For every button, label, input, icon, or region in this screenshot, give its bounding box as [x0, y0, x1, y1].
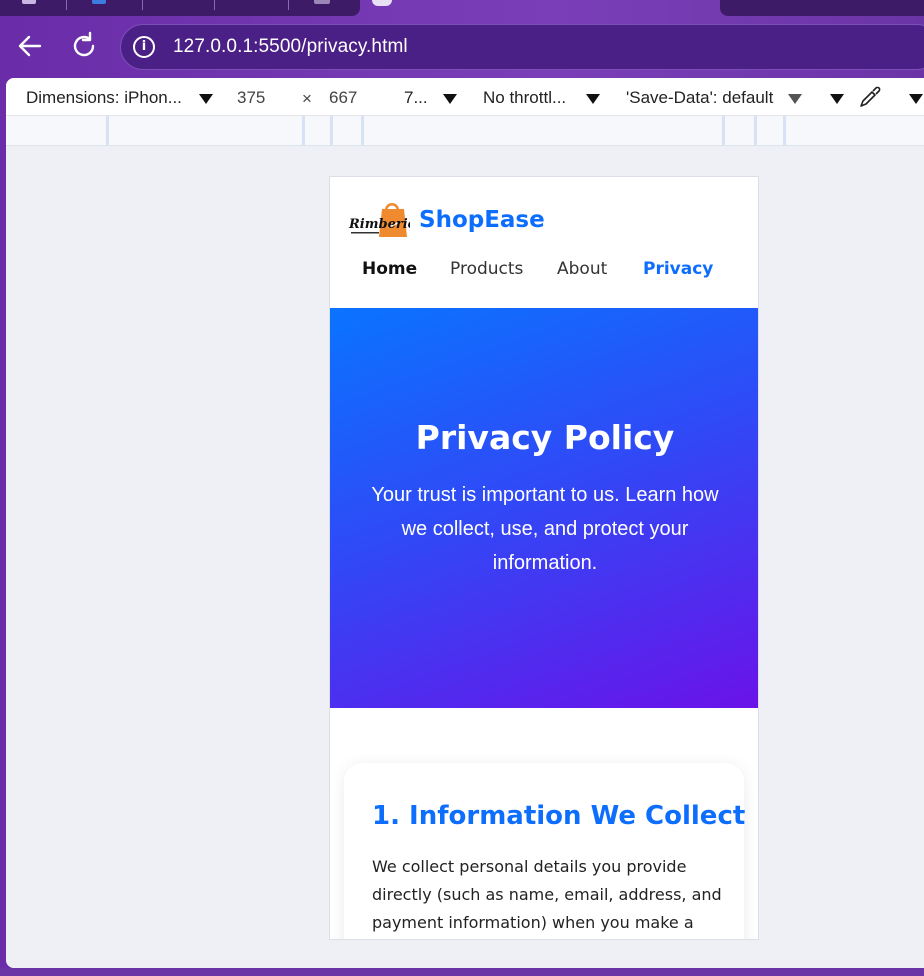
- dimensions-select[interactable]: Dimensions: iPhon...: [26, 88, 182, 108]
- section-paragraph: We collect personal details you provide …: [372, 857, 722, 932]
- save-data-select[interactable]: 'Save-Data': default: [626, 88, 773, 108]
- tab-divider: [214, 0, 215, 10]
- throttling-dropdown-icon[interactable]: [586, 94, 600, 104]
- hero-title: Privacy Policy: [415, 418, 675, 457]
- dimensions-dropdown-icon[interactable]: [199, 94, 213, 104]
- media-query-ruler: [6, 116, 924, 146]
- ruler-mark[interactable]: [106, 116, 109, 146]
- ruler-mark[interactable]: [783, 116, 786, 146]
- active-tab-favicon[interactable]: [372, 0, 392, 6]
- address-bar[interactable]: i 127.0.0.1:5500/privacy.html: [120, 24, 924, 70]
- reload-button[interactable]: [68, 30, 100, 62]
- hero-subtitle: Your trust is important to us. Learn how…: [371, 484, 719, 574]
- emulated-device-viewport[interactable]: Rimberio ShopEase Home Products About Pr…: [329, 176, 759, 940]
- tab-divider: [142, 0, 143, 10]
- ruler-mark[interactable]: [330, 116, 333, 146]
- ruler-mark[interactable]: [722, 116, 725, 146]
- device-toolbar: Dimensions: iPhon... 375 × 667 7... No t…: [6, 78, 924, 116]
- eyedropper-icon[interactable]: [857, 84, 883, 110]
- browser-content: Dimensions: iPhon... 375 × 667 7... No t…: [6, 78, 924, 968]
- times-icon: ×: [302, 89, 312, 108]
- logo-text: Rimberio: [348, 217, 410, 232]
- nav-link-products[interactable]: Products: [450, 259, 523, 279]
- tab-divider: [66, 0, 67, 10]
- overflow-dropdown-icon[interactable]: [909, 94, 923, 104]
- reload-icon: [73, 31, 95, 57]
- nav-link-privacy[interactable]: Privacy: [643, 259, 713, 279]
- tab-strip: [0, 0, 924, 22]
- height-input[interactable]: 667: [329, 88, 357, 108]
- nav-link-about[interactable]: About: [557, 259, 607, 279]
- hero-section: Privacy Policy Your trust is important t…: [330, 308, 758, 708]
- tab-favicon: [314, 0, 330, 4]
- zoom-select[interactable]: 7...: [404, 88, 428, 108]
- policy-section-card: 1. Information We Collect We collect per…: [344, 763, 746, 939]
- back-button[interactable]: [14, 30, 46, 62]
- url-text[interactable]: 127.0.0.1:5500/privacy.html: [173, 36, 408, 58]
- info-icon[interactable]: i: [133, 36, 155, 58]
- save-data-dropdown-icon[interactable]: [788, 94, 802, 104]
- arrow-left-icon: [18, 35, 42, 57]
- tab-favicon: [22, 0, 36, 4]
- width-input[interactable]: 375: [237, 88, 265, 108]
- ruler-mark[interactable]: [361, 116, 364, 146]
- window-bottom-edge: [0, 968, 924, 976]
- zoom-dropdown-icon[interactable]: [443, 94, 457, 104]
- section-heading: 1. Information We Collect: [372, 801, 746, 831]
- more-dropdown-icon[interactable]: [830, 94, 844, 104]
- ruler-mark[interactable]: [302, 116, 305, 146]
- nav-link-home[interactable]: Home: [362, 259, 417, 279]
- tab-area[interactable]: [0, 0, 360, 16]
- ruler-mark[interactable]: [754, 116, 757, 146]
- throttling-select[interactable]: No throttl...: [483, 88, 566, 108]
- brand-logo[interactable]: Rimberio: [348, 199, 410, 239]
- tab-strip-right: [720, 0, 924, 16]
- tab-divider: [288, 0, 289, 10]
- site-header: Rimberio ShopEase Home Products About Pr…: [330, 177, 758, 309]
- brand-name[interactable]: ShopEase: [419, 207, 545, 233]
- tab-favicon: [92, 0, 106, 4]
